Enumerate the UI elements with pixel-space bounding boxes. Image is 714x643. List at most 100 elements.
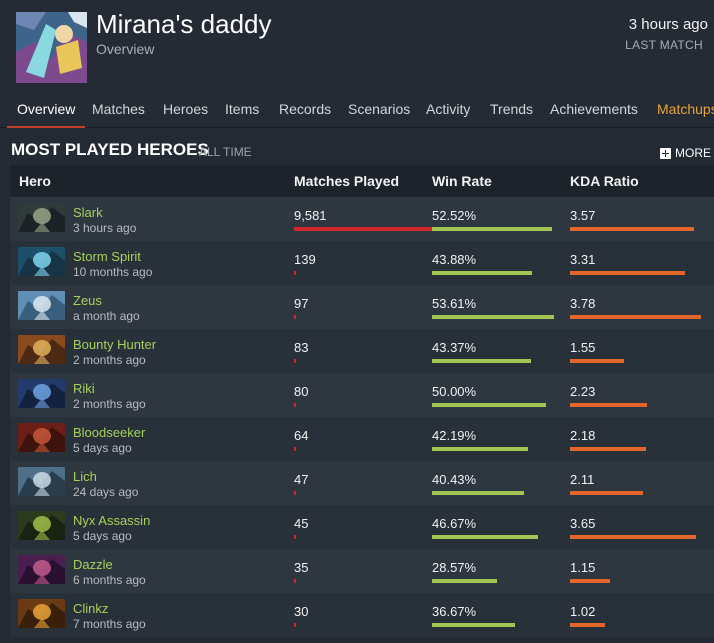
hero-last-played: a month ago (73, 309, 140, 323)
tab-items[interactable]: Items (225, 92, 259, 127)
table-row[interactable]: Clinkz 7 months ago 30 36.67% 1.02 (10, 593, 714, 637)
matches-played-value: 139 (294, 252, 316, 267)
matches-played-value: 30 (294, 604, 309, 619)
hero-portrait-icon[interactable] (18, 335, 65, 364)
table-row[interactable]: Bloodseeker 5 days ago 64 42.19% 2.18 (10, 417, 714, 461)
table-row[interactable]: Dazzle 6 months ago 35 28.57% 1.15 (10, 549, 714, 593)
tab-matchups[interactable]: Matchups (657, 92, 714, 127)
matches-played-bar (294, 315, 296, 319)
kda-ratio-value: 2.11 (570, 472, 595, 487)
table-row[interactable]: Riki 2 months ago 80 50.00% 2.23 (10, 373, 714, 417)
matches-played-bar (294, 359, 296, 363)
tab-achievements[interactable]: Achievements (550, 92, 638, 127)
tab-heroes[interactable]: Heroes (163, 92, 208, 127)
hero-name-link[interactable]: Bounty Hunter (73, 337, 156, 352)
win-rate-value: 50.00% (432, 384, 477, 399)
kda-ratio-bar (570, 227, 694, 231)
matches-played-bar (294, 271, 296, 275)
table-row[interactable]: Storm Spirit 10 months ago 139 43.88% 3.31 (10, 241, 714, 285)
more-label: MORE (675, 146, 711, 160)
table-row[interactable]: Slark 3 hours ago 9,581 52.52% 3.57 (10, 197, 714, 241)
matches-played-bar (294, 403, 296, 407)
table-row[interactable]: Nyx Assassin 5 days ago 45 46.67% 3.65 (10, 505, 714, 549)
win-rate-value: 40.43% (432, 472, 477, 487)
hero-name-link[interactable]: Riki (73, 381, 95, 396)
hero-portrait-icon[interactable] (18, 511, 65, 540)
hero-name-link[interactable]: Clinkz (73, 601, 108, 616)
table-body: Slark 3 hours ago 9,581 52.52% 3.57 Storm Spi… (10, 197, 714, 637)
column-header-kda[interactable]: KDA Ratio (570, 165, 639, 198)
hero-name-link[interactable]: Slark (73, 205, 103, 220)
hero-last-played: 5 days ago (73, 529, 132, 543)
hero-last-played: 24 days ago (73, 485, 139, 499)
win-rate-value: 46.67% (432, 516, 477, 531)
matches-played-value: 97 (294, 296, 309, 311)
hero-portrait-icon[interactable] (18, 467, 65, 496)
matches-played-value: 9,581 (294, 208, 327, 223)
tab-trends[interactable]: Trends (490, 92, 533, 127)
hero-portrait-icon[interactable] (18, 423, 65, 452)
hero-last-played: 7 months ago (73, 617, 146, 631)
kda-ratio-value: 2.23 (570, 384, 596, 399)
page-subtitle: Overview (96, 41, 155, 57)
win-rate-value: 52.52% (432, 208, 477, 223)
column-header-hero[interactable]: Hero (19, 165, 51, 198)
last-match-time[interactable]: 3 hours ago (629, 16, 708, 33)
win-rate-value: 53.61% (432, 296, 477, 311)
win-rate-bar (432, 535, 538, 539)
win-rate-value: 28.57% (432, 560, 477, 575)
kda-ratio-value: 1.02 (570, 604, 596, 619)
hero-last-played: 2 months ago (73, 353, 146, 367)
matches-played-value: 80 (294, 384, 309, 399)
kda-ratio-bar (570, 491, 643, 495)
hero-portrait-icon[interactable] (18, 555, 65, 584)
hero-portrait-icon[interactable] (18, 203, 65, 232)
table-row[interactable]: Lich 24 days ago 47 40.43% 2.11 (10, 461, 714, 505)
nav-tabs: Overview Matches Heroes Items Records Sc… (0, 92, 714, 128)
column-header-matches[interactable]: Matches Played (294, 165, 399, 198)
hero-name-link[interactable]: Lich (73, 469, 97, 484)
last-match-label: LAST MATCH (625, 38, 703, 52)
matches-played-value: 45 (294, 516, 309, 531)
column-header-winrate[interactable]: Win Rate (432, 165, 492, 198)
table-row[interactable]: Zeus a month ago 97 53.61% 3.78 (10, 285, 714, 329)
matches-played-value: 64 (294, 428, 309, 443)
win-rate-bar (432, 359, 531, 363)
kda-ratio-value: 3.57 (570, 208, 596, 223)
hero-name-link[interactable]: Storm Spirit (73, 249, 141, 264)
table-row[interactable]: Bounty Hunter 2 months ago 83 43.37% 1.55 (10, 329, 714, 373)
hero-name-link[interactable]: Dazzle (73, 557, 113, 572)
kda-ratio-bar (570, 271, 685, 275)
kda-ratio-value: 2.18 (570, 428, 596, 443)
win-rate-bar (432, 447, 528, 451)
hero-last-played: 3 hours ago (73, 221, 137, 235)
hero-portrait-icon[interactable] (18, 247, 65, 276)
player-avatar[interactable] (16, 12, 87, 83)
hero-name-link[interactable]: Nyx Assassin (73, 513, 150, 528)
hero-portrait-icon[interactable] (18, 379, 65, 408)
tab-matches[interactable]: Matches (92, 92, 145, 127)
win-rate-value: 36.67% (432, 604, 477, 619)
kda-ratio-bar (570, 535, 696, 539)
kda-ratio-bar (570, 359, 624, 363)
tab-activity[interactable]: Activity (426, 92, 470, 127)
win-rate-value: 42.19% (432, 428, 477, 443)
matches-played-value: 47 (294, 472, 309, 487)
hero-last-played: 10 months ago (73, 265, 153, 279)
tab-overview[interactable]: Overview (6, 92, 86, 128)
win-rate-bar (432, 227, 552, 231)
hero-last-played: 5 days ago (73, 441, 132, 455)
hero-portrait-icon[interactable] (18, 291, 65, 320)
win-rate-bar (432, 315, 554, 319)
more-button[interactable]: MORE (660, 145, 711, 161)
tab-scenarios[interactable]: Scenarios (348, 92, 410, 127)
matches-played-bar (294, 535, 296, 539)
matches-played-bar (294, 447, 296, 451)
matches-played-value: 83 (294, 340, 309, 355)
hero-name-link[interactable]: Bloodseeker (73, 425, 145, 440)
tab-records[interactable]: Records (279, 92, 331, 127)
matches-played-bar (294, 491, 296, 495)
hero-name-link[interactable]: Zeus (73, 293, 102, 308)
hero-portrait-icon[interactable] (18, 599, 65, 628)
win-rate-bar (432, 271, 532, 275)
